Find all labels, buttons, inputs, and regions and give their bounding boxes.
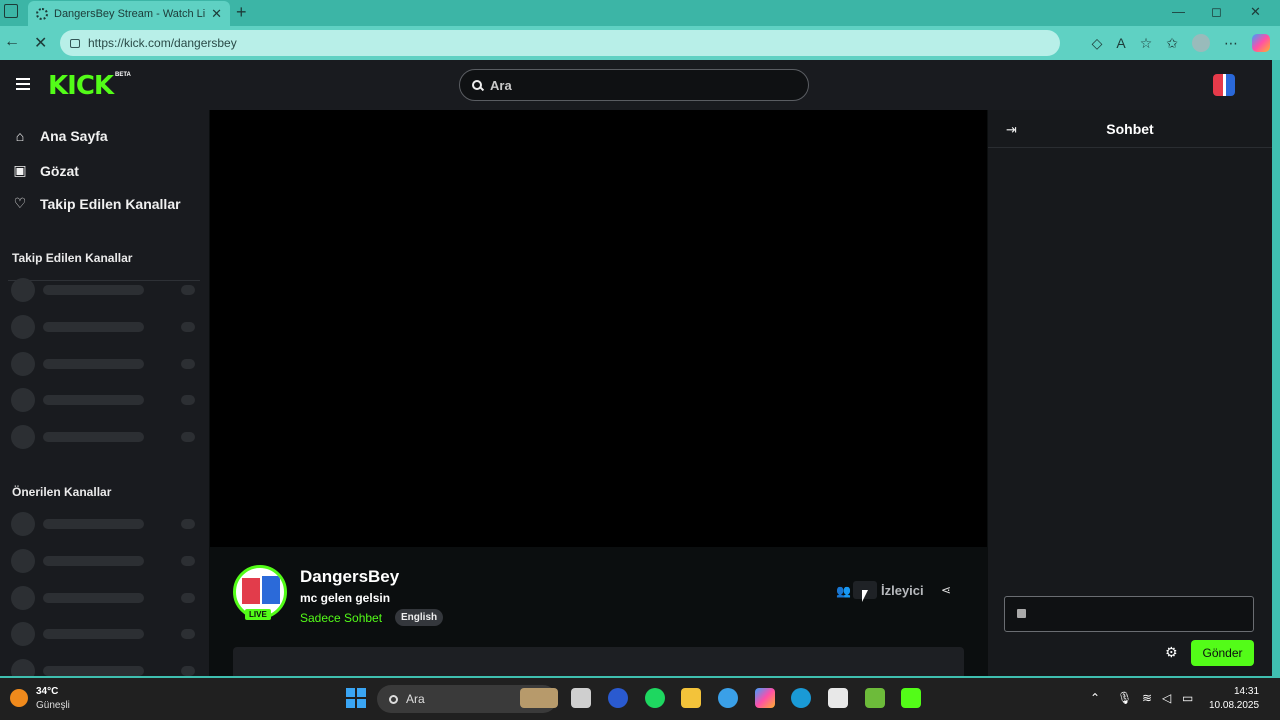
about-panel	[233, 647, 964, 676]
chat-panel: ⇥ Sohbet ⚙ Gönder	[988, 110, 1272, 676]
home-icon: ⌂	[15, 128, 25, 144]
share-icon[interactable]: ⋖	[941, 583, 951, 597]
heart-icon: ♡	[13, 195, 27, 211]
task-view-icon[interactable]	[571, 688, 591, 708]
copilot-app-icon[interactable]	[755, 688, 775, 708]
chat-header: ⇥ Sohbet	[988, 110, 1272, 148]
copilot-icon[interactable]	[1252, 34, 1270, 52]
profile-avatar[interactable]	[1192, 34, 1210, 52]
read-aloud-icon[interactable]: A	[1116, 35, 1125, 51]
send-button[interactable]: Gönder	[1191, 640, 1254, 666]
chat-input[interactable]	[1004, 596, 1254, 632]
browser-tab[interactable]: DangersBey Stream - Watch Live ✕	[28, 1, 230, 26]
edge-icon[interactable]	[791, 688, 811, 708]
minecraft-icon[interactable]	[865, 688, 885, 708]
channel-skeleton	[11, 622, 201, 646]
loading-icon	[36, 7, 48, 20]
channel-skeleton	[11, 352, 201, 376]
sidebar-item-label: Ana Sayfa	[40, 128, 108, 144]
viewer-label: İzleyici	[881, 583, 924, 598]
live-badge: LIVE	[245, 609, 271, 620]
lock-icon	[70, 38, 80, 48]
stream-title: mc gelen gelsin	[300, 591, 391, 605]
channel-skeleton	[11, 315, 201, 339]
address-bar: ← ✕ https://kick.com/dangersbey ◇ A ☆ ✩ …	[0, 26, 1280, 60]
file-explorer-icon[interactable]	[681, 688, 701, 708]
tab-close-icon[interactable]: ✕	[211, 6, 222, 22]
minimize-button[interactable]: —	[1172, 4, 1185, 19]
stream-category[interactable]: Sadece Sohbet	[300, 611, 382, 625]
start-icon[interactable]	[346, 688, 366, 708]
section-recommended-title: Önerilen Kanallar	[12, 485, 112, 499]
sidebar-item-home[interactable]: ⌂ Ana Sayfa	[12, 128, 108, 144]
chat-title: Sohbet	[1106, 121, 1154, 137]
battery-icon[interactable]: ▭	[1182, 691, 1193, 705]
stop-loading-icon[interactable]: ✕	[34, 33, 47, 53]
store-icon[interactable]	[828, 688, 848, 708]
favorite-star-icon[interactable]: ☆	[1140, 35, 1153, 51]
weather-temperature: 34°C	[36, 686, 59, 697]
clock-time[interactable]: 14:31	[1234, 686, 1259, 697]
new-tab-button[interactable]: +	[236, 2, 247, 23]
browse-icon: ▣	[13, 162, 27, 178]
address-bar-icons: ◇ A ☆ ✩ ⋯	[1092, 34, 1270, 52]
search-input[interactable]: Ara	[459, 69, 809, 101]
section-followed-title: Takip Edilen Kanallar	[12, 251, 133, 265]
channel-skeleton	[11, 425, 201, 449]
back-icon[interactable]: ←	[4, 33, 20, 51]
user-avatar[interactable]	[1213, 74, 1235, 96]
browser-tabbar: DangersBey Stream - Watch Live ✕ + — ◻ ✕	[0, 0, 1280, 26]
volume-icon[interactable]: ◁	[1162, 691, 1171, 705]
channel-skeleton	[11, 659, 201, 676]
kick-app-icon[interactable]	[901, 688, 921, 708]
browser-app-icon[interactable]	[718, 688, 738, 708]
tab-actions-icon[interactable]	[4, 4, 18, 18]
chevron-up-icon[interactable]: ⌃	[1090, 691, 1100, 705]
sidebar-item-browse[interactable]: ▣ Gözat	[12, 162, 79, 179]
hp-icon[interactable]	[608, 688, 628, 708]
mouse-cursor-icon	[862, 590, 868, 602]
search-placeholder: Ara	[490, 77, 512, 93]
channel-skeleton	[11, 549, 201, 573]
gear-icon[interactable]: ⚙	[1165, 644, 1178, 661]
channel-skeleton	[11, 512, 201, 536]
search-highlight-icon[interactable]	[520, 688, 558, 708]
viewers-icon: 👥	[836, 584, 851, 598]
microphone-icon[interactable]: 🎙	[1117, 691, 1132, 705]
channel-skeleton	[11, 278, 201, 302]
url-field[interactable]: https://kick.com/dangersbey	[60, 30, 1060, 56]
channel-name[interactable]: DangersBey	[300, 567, 399, 587]
windows-taskbar: 34°C Güneşli Ara ⌃ 🎙 ≋ ◁ ▭ 14:31 10.08.2…	[0, 678, 1280, 720]
maximize-button[interactable]: ◻	[1211, 4, 1222, 20]
menu-icon[interactable]	[16, 78, 30, 90]
sun-icon[interactable]	[10, 689, 28, 707]
search-icon	[389, 694, 398, 704]
sidebar-item-following[interactable]: ♡ Takip Edilen Kanallar	[12, 195, 181, 212]
wifi-icon[interactable]: ≋	[1142, 691, 1152, 705]
site-header: KICK BETA Ara	[0, 60, 1272, 110]
spotify-icon[interactable]	[645, 688, 665, 708]
url-text: https://kick.com/dangersbey	[88, 36, 237, 50]
tag-icon[interactable]: ◇	[1092, 35, 1103, 51]
weather-description: Güneşli	[36, 700, 70, 711]
clock-date[interactable]: 10.08.2025	[1209, 700, 1259, 711]
beta-badge: BETA	[115, 72, 131, 78]
kick-page: KICK BETA Ara ⌂ Ana Sayfa ▣ Gözat ♡ Taki…	[0, 60, 1272, 676]
tab-title: DangersBey Stream - Watch Live	[54, 7, 206, 20]
sidebar-item-label: Gözat	[40, 162, 79, 179]
video-player[interactable]	[210, 110, 987, 547]
sidebar-item-label: Takip Edilen Kanallar	[40, 195, 181, 212]
kick-logo[interactable]: KICK	[48, 71, 114, 101]
search-icon	[472, 80, 482, 90]
taskbar-search-placeholder: Ara	[406, 692, 425, 706]
sidebar: ⌂ Ana Sayfa ▣ Gözat ♡ Takip Edilen Kanal…	[0, 110, 209, 676]
channel-skeleton	[11, 388, 201, 412]
page-scroll-edge	[1272, 60, 1280, 676]
channel-skeleton	[11, 586, 201, 610]
more-icon[interactable]: ⋯	[1224, 35, 1238, 51]
favorites-icon[interactable]: ✩	[1166, 35, 1178, 51]
close-window-button[interactable]: ✕	[1250, 4, 1261, 20]
language-tag[interactable]: English	[395, 609, 444, 626]
lock-icon	[1017, 609, 1026, 618]
